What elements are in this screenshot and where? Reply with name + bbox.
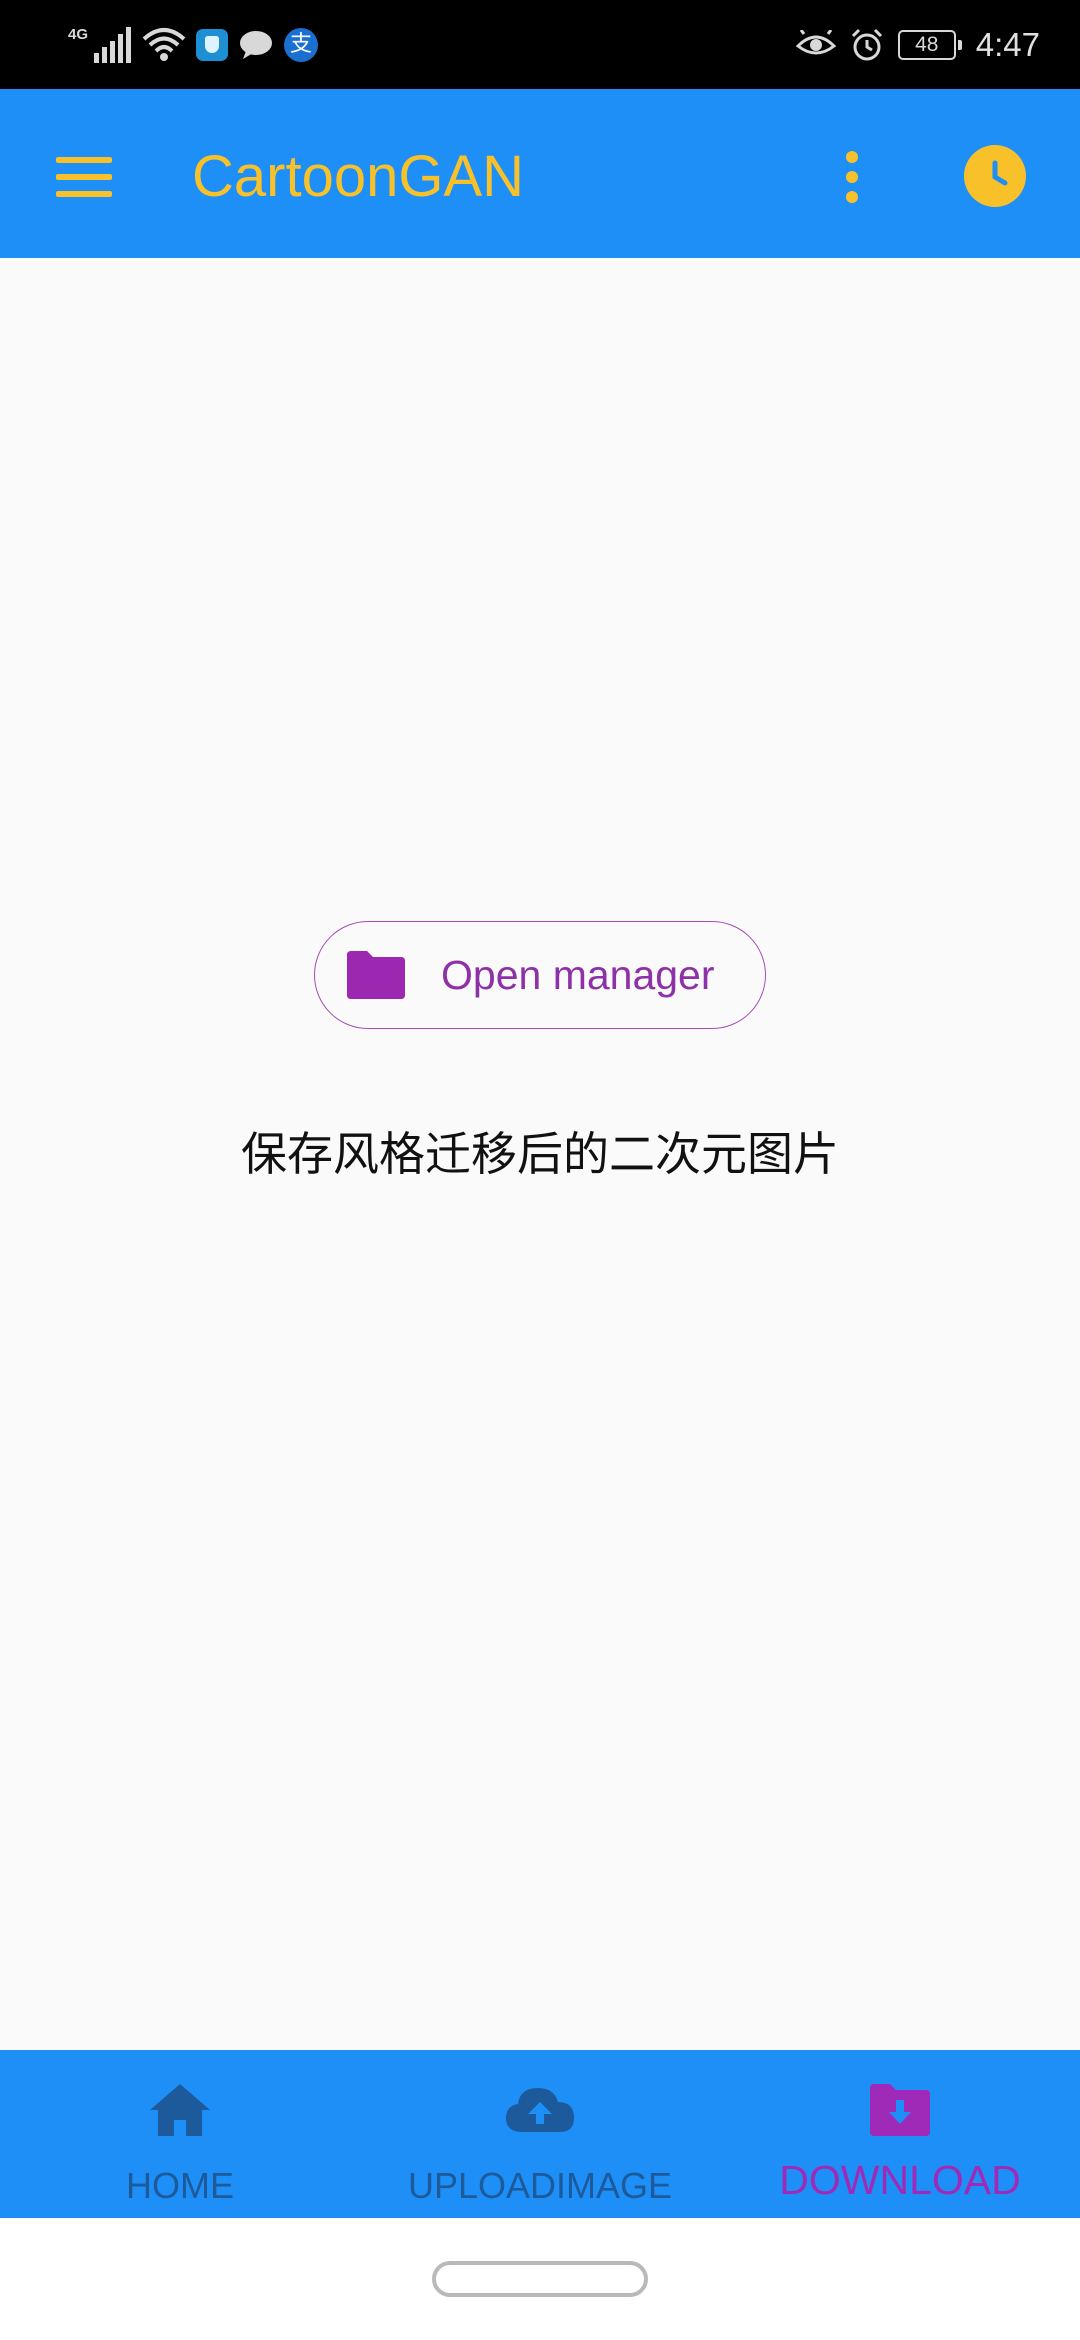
nav-item-home[interactable]: HOME (0, 2050, 360, 2218)
alipay-icon: 支 (284, 28, 319, 62)
caption-text: 保存风格迁移后的二次元图片 (241, 1127, 839, 1181)
status-left-icons: 4G 支 (68, 22, 319, 68)
clock-icon (992, 160, 1008, 186)
cloud-upload-icon (506, 2088, 574, 2132)
more-vert-dot (846, 191, 858, 203)
security-app-icon (196, 29, 229, 61)
open-manager-button[interactable]: Open manager (314, 921, 766, 1029)
signal-icon (94, 27, 132, 63)
status-right-icons: 48 4:47 (795, 22, 1040, 68)
nav-label-download: DOWNLOAD (779, 2157, 1021, 2203)
home-icon (150, 2084, 210, 2136)
network-type-label: 4G (68, 26, 89, 43)
more-vert-icon (846, 151, 858, 163)
chat-icon (240, 31, 273, 59)
history-button[interactable] (964, 145, 1026, 207)
nav-label-uploadimage: UPLOADIMAGE (407, 2165, 673, 2206)
folder-icon (347, 951, 405, 999)
app-bar: CartoonGAN (0, 89, 1080, 258)
menu-icon (56, 157, 112, 197)
app-title: CartoonGAN (192, 144, 525, 209)
nav-item-download[interactable]: DOWNLOAD (720, 2050, 1080, 2218)
more-options-button[interactable] (810, 135, 894, 219)
system-navigation-bar (0, 2218, 1080, 2340)
nav-label-home: HOME (126, 2165, 234, 2206)
status-time: 4:47 (975, 26, 1040, 63)
eye-comfort-icon (795, 30, 836, 55)
folder-download-icon (870, 2084, 930, 2136)
open-manager-label: Open manager (441, 952, 715, 998)
home-gesture-pill[interactable] (432, 2261, 648, 2297)
alarm-icon (851, 28, 882, 61)
nav-item-uploadimage[interactable]: UPLOADIMAGE (360, 2050, 720, 2218)
battery-icon: 48 (897, 30, 962, 60)
wifi-icon (142, 28, 186, 61)
menu-button[interactable] (42, 135, 126, 219)
more-vert-dot (846, 171, 858, 183)
main-content: Open manager 保存风格迁移后的二次元图片 (0, 258, 1080, 2050)
bottom-navigation: HOME UPLOADIMAGE DOWNLOAD (0, 2050, 1080, 2218)
status-bar: 4G 支 48 4:47 (0, 0, 1080, 89)
